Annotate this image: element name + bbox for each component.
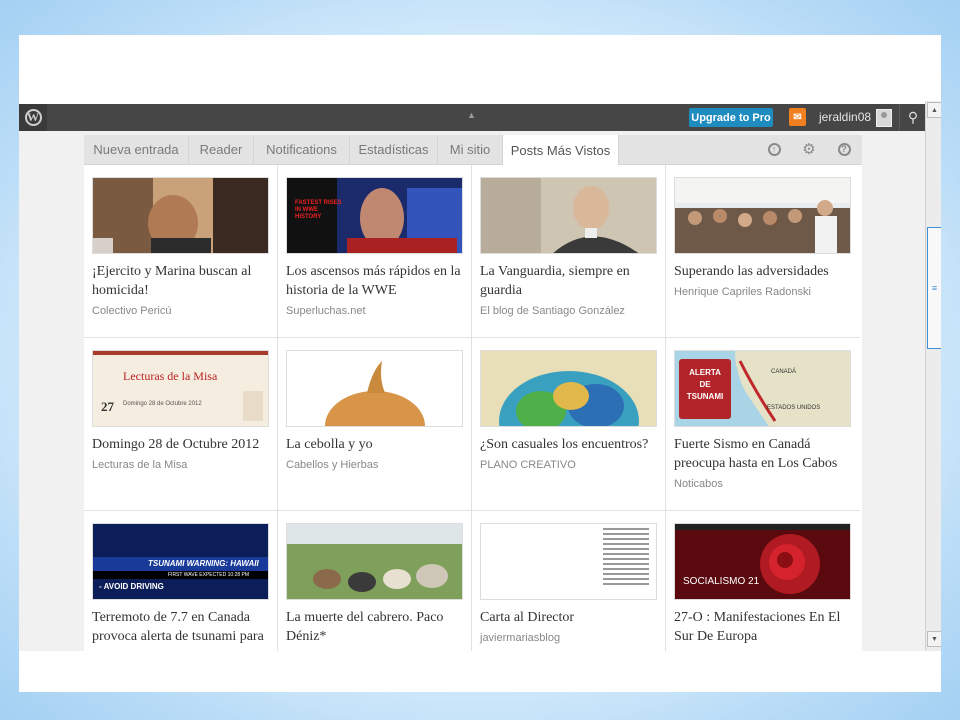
post-source[interactable]: Cabellos y Hierbas [286,459,466,471]
scroll-thumb[interactable]: ≡ [927,227,941,349]
map-label: CANADÁ [771,369,797,375]
help-icon[interactable]: ? [832,138,856,160]
tab-reader[interactable]: Reader [189,135,254,164]
post-thumbnail[interactable] [286,523,463,600]
tab-label: Nueva entrada [93,142,179,157]
post-title[interactable]: Terremoto de 7.7 en Canada provoca alert… [92,608,272,646]
post-title[interactable]: Superando las adversidades [674,262,854,281]
post-card[interactable]: Superando las adversidades Henrique Capr… [666,165,860,338]
search-icon[interactable]: ⚲ [901,104,925,131]
tab-label: Notifications [266,142,337,157]
post-card[interactable]: ¡Ejercito y Marina buscan al homicida! C… [84,165,278,338]
post-source[interactable]: Colectivo Pericú [92,305,272,317]
post-thumbnail[interactable] [674,177,851,254]
post-title[interactable]: Fuerte Sismo en Canadá preocupa hasta en… [674,435,854,473]
post-title[interactable]: Carta al Director [480,608,660,627]
post-card[interactable]: ALERTA DE TSUNAMI CANADÁ ESTADOS UNIDOS Fu… [666,338,860,511]
post-card[interactable]: ¿Son casuales los encuentros? PLANO CREA… [472,338,666,511]
post-source[interactable]: Lecturas de la Misa [92,459,272,471]
scrollbar[interactable]: ▲ ≡ ▼ [925,101,941,651]
post-source[interactable]: javiermariasblog [480,632,660,644]
scroll-down-icon[interactable]: ▼ [927,631,941,647]
scroll-up-icon[interactable]: ▲ [927,102,941,118]
thumb-heading: Lecturas de la Misa [123,369,218,383]
thumb-caption: SOCIALISMO 21 [683,576,760,587]
post-thumbnail[interactable]: ALERTA DE TSUNAMI CANADÁ ESTADOS UNIDOS [674,350,851,427]
thumb-alert: ALERTA DE TSUNAMI [686,368,724,401]
username[interactable]: jeraldin08 [819,110,871,124]
thumb-caption: FASTEST RISES IN WWE HISTORY [295,200,342,220]
wordpress-logo-icon[interactable]: W [19,104,47,131]
collapse-arrow-icon[interactable]: ▲ [467,111,476,120]
map-label: ESTADOS UNIDOS [767,405,821,411]
post-title[interactable]: La cebolla y yo [286,435,466,454]
post-card[interactable]: La muerte del cabrero. Paco Déniz* [278,511,472,651]
thumb-note: - AVOID DRIVING [99,582,164,591]
post-title[interactable]: Domingo 28 de Octubre 2012 [92,435,272,454]
post-card[interactable]: La cebolla y yo Cabellos y Hierbas [278,338,472,511]
tab-estadisticas[interactable]: Estadísticas [350,135,438,164]
admin-toolbar: W ▲ Upgrade to Pro ✉ jeraldin08 ⚲ [19,104,925,131]
tab-mi-sitio[interactable]: Mi sitio [438,135,503,164]
avatar[interactable] [876,109,892,127]
post-title[interactable]: La Vanguardia, siempre en guardia [480,262,660,300]
stats-panel: Nueva entrada Reader Notifications Estad… [84,135,862,651]
popular-posts-grid: ¡Ejercito y Marina buscan al homicida! C… [84,165,862,651]
post-title[interactable]: ¿Son casuales los encuentros? [480,435,660,454]
post-thumbnail[interactable] [480,350,657,427]
thumb-day: 27 [101,399,114,414]
post-card[interactable]: FASTEST RISES IN WWE HISTORY Los ascensos … [278,165,472,338]
post-source[interactable]: Noticabos [674,478,854,490]
post-thumbnail[interactable] [480,177,657,254]
post-source[interactable]: El blog de Santiago González [480,305,660,317]
gear-icon[interactable]: ⚙ [797,138,821,160]
tab-label: Reader [199,142,243,157]
post-thumbnail[interactable]: FASTEST RISES IN WWE HISTORY [286,177,463,254]
post-source[interactable]: PLANO CREATIVO [480,459,660,471]
tab-label: Mi sitio [449,142,491,157]
post-card[interactable]: Lecturas de la Misa 27 Domingo 28 de Oct… [84,338,278,511]
toolbar-divider [899,104,900,131]
thumb-banner: TSUNAMI WARNING: HAWAII [148,559,259,568]
post-thumbnail[interactable] [92,177,269,254]
notification-bell-icon[interactable]: ✉ [789,108,806,126]
post-title[interactable]: 27-O : Manifestaciones En El Sur De Euro… [674,608,854,646]
tab-posts-mas-vistos[interactable]: Posts Más Vistos [503,135,619,165]
post-title[interactable]: La muerte del cabrero. Paco Déniz* [286,608,466,646]
post-title[interactable]: ¡Ejercito y Marina buscan al homicida! [92,262,272,300]
post-thumbnail[interactable]: SOCIALISMO 21 [674,523,851,600]
post-source[interactable]: Superluchas.net [286,305,466,317]
upload-icon[interactable]: ↑ [762,138,786,160]
upgrade-button[interactable]: Upgrade to Pro [689,108,773,127]
thumb-subbanner: FIRST WAVE EXPECTED 10:28 PM [168,572,250,578]
tab-nueva-entrada[interactable]: Nueva entrada [84,135,189,164]
post-title[interactable]: Los ascensos más rápidos en la historia … [286,262,466,300]
post-thumbnail[interactable]: Lecturas de la Misa 27 Domingo 28 de Oct… [92,350,269,427]
post-card[interactable]: SOCIALISMO 21 27-O : Manifestaciones En … [666,511,860,651]
post-thumbnail[interactable]: TSUNAMI WARNING: HAWAII FIRST WAVE EXPEC… [92,523,269,600]
post-source[interactable]: Henrique Capriles Radonski [674,286,854,298]
thumb-subtitle: Domingo 28 de Octubre 2012 [123,401,202,407]
post-thumbnail[interactable] [480,523,657,600]
post-thumbnail[interactable] [286,350,463,427]
post-card[interactable]: Carta al Director javiermariasblog [472,511,666,651]
tab-label: Estadísticas [358,142,429,157]
tab-bar: Nueva entrada Reader Notifications Estad… [84,135,862,165]
post-card[interactable]: La Vanguardia, siempre en guardia El blo… [472,165,666,338]
post-card[interactable]: TSUNAMI WARNING: HAWAII FIRST WAVE EXPEC… [84,511,278,651]
tab-notifications[interactable]: Notifications [254,135,350,164]
browser-screenshot: W ▲ Upgrade to Pro ✉ jeraldin08 ⚲ ▲ ≡ ▼ … [19,35,941,692]
tab-label: Posts Más Vistos [510,142,611,158]
